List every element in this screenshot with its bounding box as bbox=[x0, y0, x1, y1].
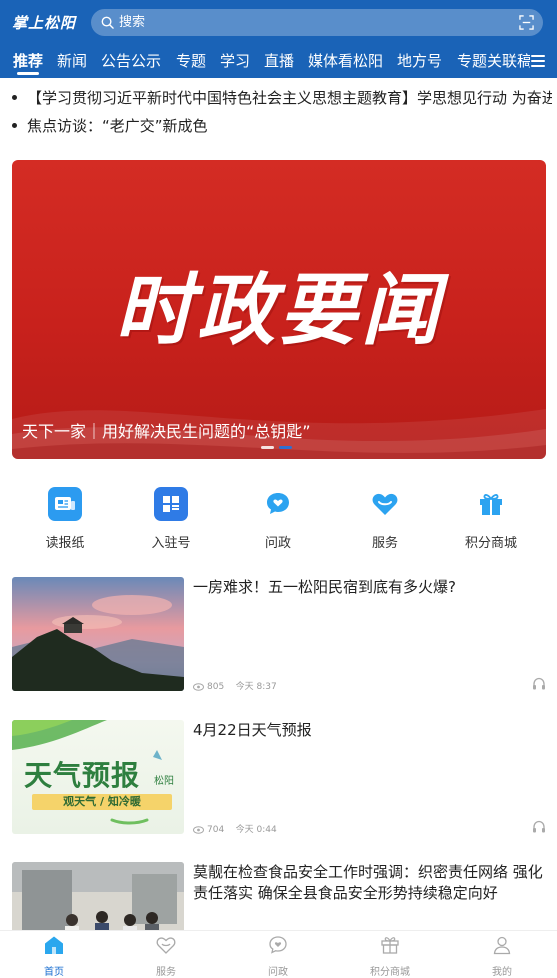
tab-study[interactable]: 学习 bbox=[220, 50, 250, 72]
tab-local[interactable]: 地方号 bbox=[397, 50, 442, 72]
shortcut-label: 服务 bbox=[371, 536, 398, 551]
shortcut-read-paper[interactable]: 读报纸 bbox=[25, 487, 105, 551]
eye-icon bbox=[193, 825, 204, 834]
app-logo: 掌上松阳 bbox=[12, 14, 77, 32]
shortcut-join[interactable]: 入驻号 bbox=[131, 487, 211, 551]
publish-time: 今天 8:37 bbox=[235, 682, 277, 692]
shortcut-wenzheng[interactable]: 问政 bbox=[238, 487, 318, 551]
chat-heart-icon bbox=[261, 487, 295, 521]
view-count: 704 bbox=[207, 825, 225, 835]
gift-icon bbox=[474, 487, 508, 521]
news-title: 4月22日天气预报 bbox=[193, 721, 312, 739]
ticker-item[interactable]: 焦点访谈：“老广交”新成色 bbox=[12, 116, 552, 136]
chat-heart-outline-icon bbox=[269, 936, 287, 954]
news-meta: 704 今天 0:44 bbox=[193, 822, 277, 835]
heart-icon bbox=[368, 487, 402, 521]
search-placeholder: 搜索 bbox=[119, 15, 146, 30]
top-header: 掌上松阳 搜索 推荐 新闻 公告公示 专题 学习 直播 媒体看松阳 地方号 专题… bbox=[0, 0, 557, 78]
nav-points-mall[interactable]: 积分商城 bbox=[350, 935, 430, 978]
search-bar[interactable]: 搜索 bbox=[91, 9, 543, 36]
news-title: 一房难求！五一松阳民宿到底有多火爆? bbox=[193, 578, 456, 596]
news-title: 莫靓在检查食品安全工作时强调：织密责任网络 强化责任落实 确保全县食品安全形势持… bbox=[193, 863, 543, 902]
ticker-text: 焦点访谈：“老广交”新成色 bbox=[27, 117, 208, 135]
grid-apps-icon bbox=[154, 487, 188, 521]
nav-label: 问政 bbox=[268, 967, 288, 978]
nav-profile[interactable]: 我的 bbox=[462, 935, 542, 978]
carousel-dot-active bbox=[279, 446, 292, 449]
active-tab-indicator bbox=[17, 72, 39, 75]
nav-label: 积分商城 bbox=[370, 967, 410, 978]
shortcut-label: 积分商城 bbox=[464, 536, 517, 551]
gift-outline-icon bbox=[381, 937, 399, 954]
menu-icon[interactable] bbox=[531, 55, 545, 67]
carousel-dot bbox=[261, 446, 274, 449]
newspaper-icon bbox=[48, 487, 82, 521]
scan-icon[interactable] bbox=[519, 15, 534, 30]
shortcut-label: 问政 bbox=[264, 536, 291, 551]
channel-tabs: 推荐 新闻 公告公示 专题 学习 直播 媒体看松阳 地方号 专题关联稿 bbox=[0, 46, 530, 78]
weather-tag-text: 观天气 / 知冷暖 bbox=[63, 795, 141, 808]
user-icon bbox=[493, 936, 511, 955]
tab-topics[interactable]: 专题 bbox=[176, 50, 206, 72]
ticker-text: 【学习贯彻习近平新时代中国特色社会主义思想主题教育】学思想见行动 为奋进 bbox=[27, 89, 552, 107]
nav-label: 首页 bbox=[44, 967, 64, 978]
news-item[interactable]: 一房难求！五一松阳民宿到底有多火爆? 805 今天 8:37 bbox=[12, 577, 546, 692]
tab-recommend[interactable]: 推荐 bbox=[13, 50, 43, 72]
tab-news[interactable]: 新闻 bbox=[57, 50, 87, 72]
shortcut-row: 读报纸 入驻号 问政 服务 积分商城 bbox=[0, 487, 557, 557]
nav-label: 服务 bbox=[156, 967, 176, 978]
weather-location-text: 松阳 bbox=[154, 776, 174, 787]
publish-time: 今天 0:44 bbox=[235, 825, 277, 835]
headline-banner[interactable]: 时政要闻 天下一家｜用好解决民生问题的“总钥匙” bbox=[12, 160, 546, 459]
banner-headline: 时政要闻 bbox=[114, 266, 443, 356]
tab-live[interactable]: 直播 bbox=[264, 50, 294, 72]
bottom-navigation: 首页 服务 问政 积分商城 我的 bbox=[0, 930, 557, 978]
eye-icon bbox=[193, 682, 204, 691]
sunset-mountain-image bbox=[12, 577, 184, 691]
ticker-item[interactable]: 【学习贯彻习近平新时代中国特色社会主义思想主题教育】学思想见行动 为奋进 bbox=[12, 88, 552, 108]
tab-announcements[interactable]: 公告公示 bbox=[101, 50, 161, 72]
headphones-icon[interactable] bbox=[532, 677, 546, 690]
tab-media[interactable]: 媒体看松阳 bbox=[308, 50, 383, 72]
home-icon bbox=[45, 936, 63, 954]
heart-outline-icon bbox=[156, 937, 176, 954]
headphones-icon[interactable] bbox=[532, 820, 546, 833]
shortcut-points-mall[interactable]: 积分商城 bbox=[451, 487, 531, 551]
news-item[interactable]: 天气预报 松阳 观天气 / 知冷暖 4月22日天气预报 704 今天 0:44 bbox=[12, 720, 546, 835]
nav-wenzheng[interactable]: 问政 bbox=[238, 935, 318, 978]
carousel-indicator bbox=[261, 434, 297, 453]
weather-forecast-image: 天气预报 松阳 观天气 / 知冷暖 bbox=[12, 720, 184, 834]
shortcut-label: 入驻号 bbox=[151, 536, 191, 551]
nav-label: 我的 bbox=[492, 967, 512, 978]
nav-service[interactable]: 服务 bbox=[126, 935, 206, 978]
nav-home[interactable]: 首页 bbox=[14, 935, 94, 978]
news-item[interactable]: 莫靓在检查食品安全工作时强调：织密责任网络 强化责任落实 确保全县食品安全形势持… bbox=[12, 862, 546, 930]
news-meta: 805 今天 8:37 bbox=[193, 679, 277, 692]
tab-related[interactable]: 专题关联稿 bbox=[457, 50, 530, 72]
shortcut-service[interactable]: 服务 bbox=[345, 487, 425, 551]
inspection-photo-image bbox=[12, 862, 184, 930]
search-icon bbox=[101, 16, 114, 29]
view-count: 805 bbox=[207, 682, 225, 692]
weather-title-text: 天气预报 bbox=[24, 759, 141, 792]
shortcut-label: 读报纸 bbox=[45, 536, 85, 551]
